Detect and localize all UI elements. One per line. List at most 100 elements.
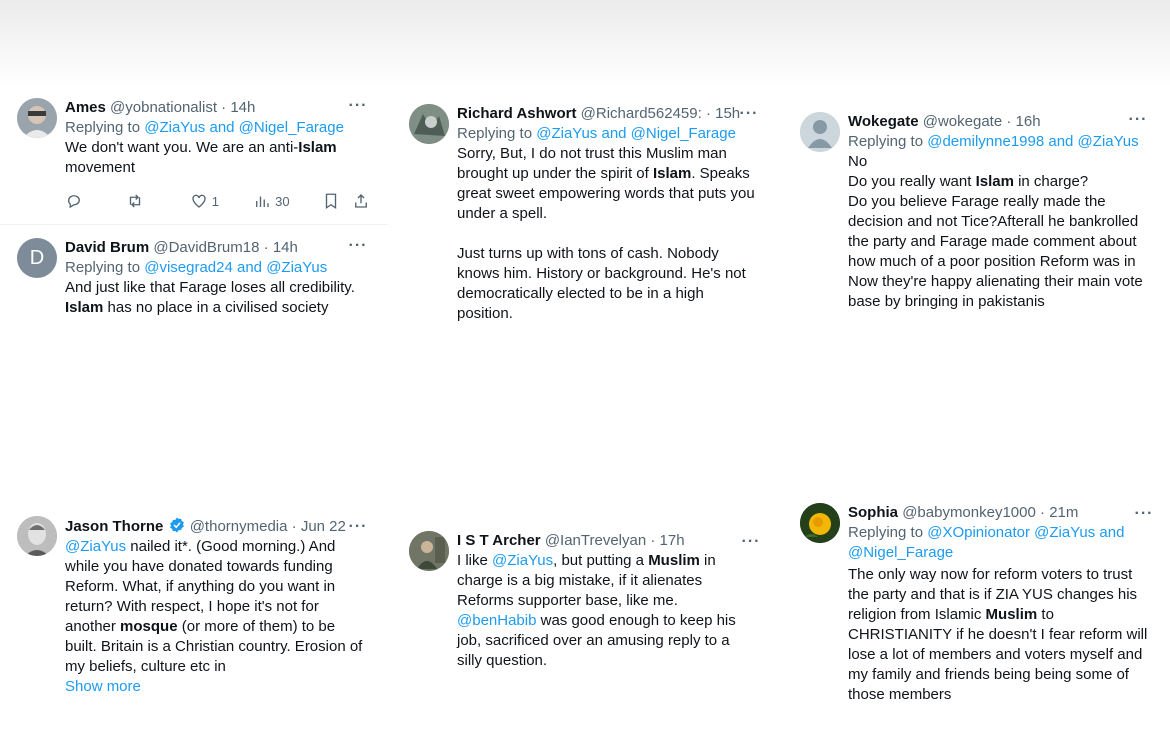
tweet-text: No Do you really want Islam in charge? D… <box>848 152 1148 312</box>
more-options-icon[interactable]: ··· <box>346 236 370 256</box>
avatar[interactable] <box>409 531 449 571</box>
avatar[interactable] <box>17 98 57 138</box>
text-part: movement <box>65 159 136 176</box>
timestamp[interactable]: 14h <box>230 99 255 116</box>
mention-link[interactable]: @benHabib <box>457 612 536 629</box>
text-part: , but putting a <box>553 552 649 569</box>
highlight: Islam <box>652 165 692 182</box>
reply-button[interactable] <box>65 192 126 210</box>
replying-to: Replying to @demilynne1998 and @ZiaYus <box>848 132 1152 152</box>
avatar-letter: D <box>29 246 45 269</box>
more-options-icon[interactable]: ··· <box>346 517 370 537</box>
user-handle[interactable]: @babymonkey1000 <box>902 504 1036 521</box>
user-photo <box>17 516 57 556</box>
display-name[interactable]: Jason Thorne <box>65 518 163 535</box>
replying-mentions[interactable]: @ZiaYus and @Nigel_Farage <box>536 125 736 142</box>
separator: · <box>221 99 227 116</box>
divider <box>0 224 388 225</box>
text-part: And just like that Farage loses all cred… <box>65 279 355 296</box>
tweet-text: @ZiaYus nailed it*. (Good morning.) And … <box>65 537 370 677</box>
replying-label: Replying to <box>65 259 145 276</box>
share-icon <box>355 194 368 208</box>
mention-link[interactable]: @ZiaYus <box>492 552 553 569</box>
text-line: Do you really want Islam in charge? <box>848 172 1148 192</box>
display-name[interactable]: Sophia <box>848 504 898 521</box>
highlight: Muslim <box>985 606 1038 623</box>
display-name[interactable]: Ames <box>65 99 106 116</box>
more-options-icon[interactable]: ··· <box>1132 504 1156 524</box>
user-handle[interactable]: @IanTrevelyan <box>545 532 646 549</box>
top-fade <box>0 0 1170 90</box>
timestamp[interactable]: 21m <box>1049 504 1078 521</box>
avatar[interactable]: D <box>17 238 57 278</box>
tweet-sophia[interactable]: Sophia @babymonkey1000 · 21m Replying to… <box>800 503 1154 708</box>
tweet-text: We don't want you. We are an anti-Islam m… <box>65 138 372 178</box>
replying-label: Replying to <box>848 524 928 541</box>
more-options-icon[interactable]: ··· <box>737 104 761 124</box>
separator: · <box>650 532 656 549</box>
replying-label: Replying to <box>848 133 928 150</box>
avatar[interactable] <box>800 503 840 543</box>
replying-mentions[interactable]: @demilynne1998 and @ZiaYus <box>927 133 1138 150</box>
tweet-jason-thorne[interactable]: Jason Thorne @thornymedia · Jun 22 @ZiaY… <box>17 516 372 698</box>
like-button[interactable]: 1 <box>190 192 253 210</box>
user-handle[interactable]: @DavidBrum18 <box>153 239 259 256</box>
timestamp[interactable]: 16h <box>1016 113 1041 130</box>
tweet-wokegate[interactable]: Wokegate @wokegate · 16h Replying to @de… <box>800 110 1152 317</box>
views-button[interactable]: 30 <box>253 192 322 210</box>
replying-mentions[interactable]: @visegrad24 and @ZiaYus <box>144 259 327 276</box>
replying-to: Replying to @visegrad24 and @ZiaYus <box>65 258 372 278</box>
timestamp[interactable]: 14h <box>273 239 298 256</box>
show-more-link[interactable]: Show more <box>65 677 372 697</box>
views-icon <box>256 196 269 207</box>
separator: · <box>705 105 711 122</box>
avatar[interactable] <box>800 112 840 152</box>
share-button[interactable] <box>352 192 372 210</box>
text-line: No <box>848 153 868 170</box>
separator: · <box>291 518 297 535</box>
user-handle[interactable]: @thornymedia <box>190 518 288 535</box>
separator: · <box>1006 113 1012 130</box>
more-options-icon[interactable]: ··· <box>346 96 370 116</box>
replying-mentions[interactable]: @ZiaYus and @Nigel_Farage <box>144 119 344 136</box>
avatar[interactable] <box>17 516 57 556</box>
timestamp[interactable]: Jun 22 <box>301 518 346 535</box>
tweet-david-brum[interactable]: D David Brum @DavidBrum18 · 14h Replying… <box>17 236 372 328</box>
more-options-icon[interactable]: ··· <box>739 532 763 552</box>
user-photo <box>409 104 449 144</box>
verified-badge-icon <box>169 517 184 533</box>
user-photo <box>800 503 840 543</box>
text-part: has no place in a civilised society <box>103 299 329 316</box>
replying-to: Replying to @XOpinionator @ZiaYus and @N… <box>848 523 1138 563</box>
user-handle[interactable]: @Richard562459: <box>581 105 702 122</box>
user-handle[interactable]: @wokegate <box>923 113 1002 130</box>
user-photo <box>17 98 57 138</box>
tweet-ames[interactable]: Ames @yobnationalist · 14h Replying to @… <box>17 96 372 216</box>
replying-label: Replying to <box>457 125 537 142</box>
text-part: Do you really want <box>848 173 976 190</box>
display-name[interactable]: Wokegate <box>848 113 919 130</box>
reply-icon <box>68 195 80 209</box>
highlight: Muslim <box>648 552 700 569</box>
separator: · <box>1040 504 1046 521</box>
tweet-richard-ashwort[interactable]: Richard Ashwort @Richard562459: · 15h Re… <box>409 104 763 329</box>
retweet-button[interactable] <box>126 192 189 210</box>
display-name[interactable]: Richard Ashwort <box>457 105 576 122</box>
mention-link[interactable]: @ZiaYus <box>65 538 126 555</box>
text-part: I like <box>457 552 493 569</box>
bookmark-button[interactable] <box>322 192 352 210</box>
display-name[interactable]: I S T Archer <box>457 532 541 549</box>
more-options-icon[interactable]: ··· <box>1126 110 1150 130</box>
view-count: 30 <box>275 193 290 209</box>
timestamp[interactable]: 17h <box>660 532 685 549</box>
tweet-text-paragraph: Just turns up with tons of cash. Nobody … <box>457 244 759 324</box>
highlight: Islam <box>975 173 1014 190</box>
like-icon <box>192 194 206 208</box>
user-handle[interactable]: @yobnationalist <box>110 99 217 116</box>
display-name[interactable]: David Brum <box>65 239 149 256</box>
text-part: We don't want you. We are an anti- <box>65 139 299 156</box>
tweet-ist-archer[interactable]: I S T Archer @IanTrevelyan · 17h I like … <box>409 531 763 681</box>
text-part: Just turns up with tons of cash. Nobody … <box>457 245 746 322</box>
avatar[interactable] <box>409 104 449 144</box>
replying-label: Replying to <box>65 119 145 136</box>
